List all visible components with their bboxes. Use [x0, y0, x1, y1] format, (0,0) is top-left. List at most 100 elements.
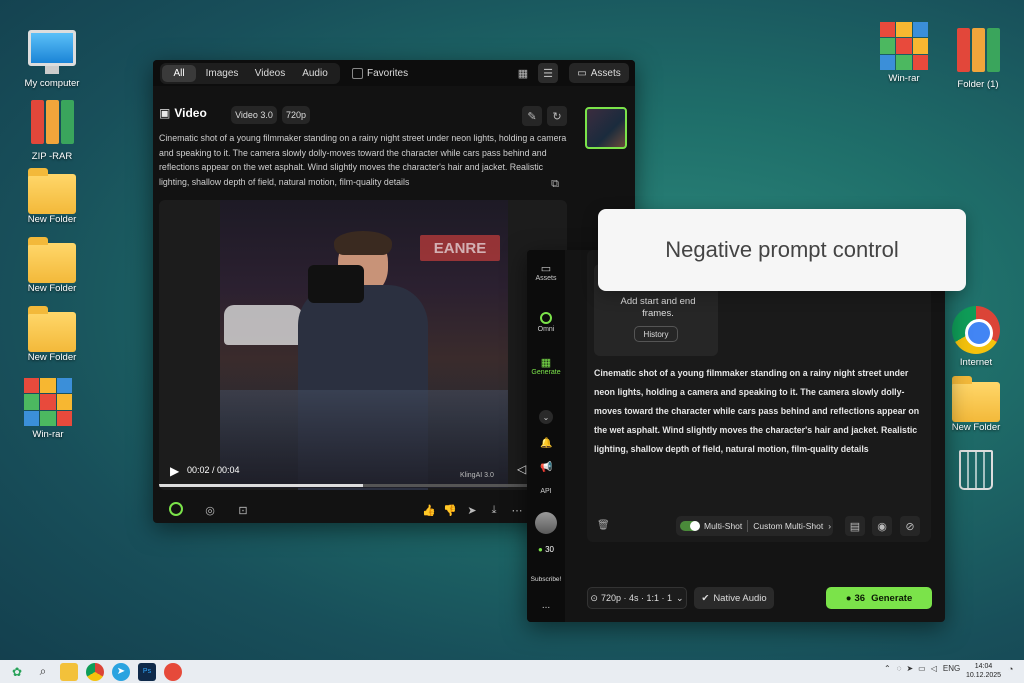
settings-dropdown[interactable]: ⊙ 720p · 4s · 1:1 · 1 ⌄: [587, 587, 687, 609]
generate-label: Generate: [871, 592, 913, 604]
tray-chevron-icon[interactable]: ⌃: [884, 664, 891, 673]
sidebar-item-label: Generate: [531, 369, 561, 376]
share-icon[interactable]: ➤: [462, 500, 482, 520]
desktop-icon-winrar[interactable]: Win-rar: [10, 378, 86, 440]
folder-icon: [28, 168, 76, 214]
battery-icon[interactable]: ▭: [918, 664, 926, 673]
photoshop-icon[interactable]: Ps: [138, 662, 156, 681]
telegram-icon[interactable]: ➤: [112, 662, 130, 681]
video-header: ▣ Video: [159, 106, 207, 120]
grid-view-icon[interactable]: ▦: [513, 63, 533, 83]
network-icon[interactable]: ◌: [897, 664, 902, 673]
edit-icon[interactable]: ✎: [522, 106, 542, 126]
volume-icon[interactable]: ◁: [517, 462, 526, 476]
start-icon[interactable]: ✿: [8, 663, 26, 681]
desktop-icon-winrar-right[interactable]: Win-rar: [866, 22, 942, 84]
native-audio-label: Native Audio: [713, 592, 767, 604]
binders-icon: [28, 100, 76, 148]
telegram-tray-icon[interactable]: ➤: [906, 664, 913, 673]
tab-audio[interactable]: Audio: [292, 65, 338, 82]
binders-icon: [954, 28, 1002, 76]
thumbs-up-icon[interactable]: 👍: [419, 500, 439, 520]
video-title: Video: [174, 106, 207, 120]
avatar[interactable]: [535, 512, 557, 534]
desktop-icon-recycle-bin[interactable]: [938, 446, 1014, 493]
desktop-icon-label: Win-rar: [888, 73, 920, 84]
tab-videos[interactable]: Videos: [248, 65, 292, 82]
more-icon[interactable]: ⋯: [507, 500, 527, 520]
language-indicator[interactable]: ENG: [943, 664, 960, 673]
thumbs-down-icon[interactable]: 👎: [440, 500, 460, 520]
extend-icon[interactable]: ⊡: [233, 500, 253, 520]
copy-icon[interactable]: ⧉: [545, 174, 565, 194]
desktop-icon-internet[interactable]: Internet: [938, 306, 1014, 368]
chevron-down-icon: ⌄: [676, 592, 684, 603]
kling-logo-icon[interactable]: [169, 502, 183, 516]
generate-button[interactable]: ● 36 Generate: [826, 587, 932, 609]
sidebar-item-api[interactable]: API: [527, 488, 565, 495]
list-view-icon[interactable]: ☰: [538, 63, 558, 83]
custom-multishot-button[interactable]: Custom Multi-Shot: [753, 521, 823, 531]
sidebar-item-assets[interactable]: ▭ Assets: [527, 262, 565, 282]
frames-hint: Add start and end frames.: [620, 296, 696, 319]
play-icon[interactable]: ▶: [170, 464, 179, 478]
multishot-toggle[interactable]: [680, 521, 700, 531]
history-button[interactable]: History: [634, 326, 678, 342]
credits-value: 30: [545, 545, 554, 554]
subscribe-link[interactable]: Subscribe!: [527, 576, 565, 583]
sidebar-item-label: Omni: [537, 326, 555, 333]
tab-images[interactable]: Images: [196, 65, 248, 82]
desktop-icon-new-folder-right[interactable]: New Folder: [938, 376, 1014, 433]
desktop-icon-label: Folder (1): [957, 79, 999, 90]
chevron-down-icon[interactable]: ⌄: [539, 410, 553, 424]
file-explorer-icon[interactable]: [60, 662, 78, 681]
clock[interactable]: 14:04 10.12.2025: [966, 662, 1001, 680]
library-toolbar: All Images Videos Audio Favorites ▦ ☰ ▭ …: [153, 60, 635, 86]
notifications-icon[interactable]: ◔: [1008, 664, 1013, 674]
negative-prompt-callout: Negative prompt control: [598, 209, 966, 291]
desktop-icon-folder-1[interactable]: Folder (1): [940, 28, 1016, 90]
lip-sync-icon[interactable]: ◎: [200, 500, 220, 520]
generate-cost: 36: [854, 592, 866, 604]
desktop-icon-new-folder-3[interactable]: New Folder: [14, 306, 90, 363]
desktop-icon-label: New Folder: [27, 283, 77, 294]
progress-fill: [159, 484, 363, 487]
regenerate-icon[interactable]: ↻: [547, 106, 567, 126]
assets-button[interactable]: ▭ Assets: [569, 63, 629, 83]
video-thumbnail[interactable]: [585, 107, 627, 149]
desktop-icon-new-folder-2[interactable]: New Folder: [14, 237, 90, 294]
folder-icon: ▭: [577, 67, 587, 79]
folder-icon: [28, 237, 76, 283]
video-player[interactable]: EANRE KlingAI 3.0 ▶ 00:02 / 00:04 ◁: [159, 200, 567, 490]
app-icon[interactable]: [164, 662, 182, 681]
tab-all[interactable]: All: [162, 64, 196, 82]
negative-prompt-icon[interactable]: ⊘: [900, 516, 920, 536]
sidebar-more-icon[interactable]: ...: [527, 600, 565, 611]
favorites-checkbox[interactable]: [352, 67, 363, 79]
resolution-badge: 720p: [282, 106, 310, 124]
clock-date: 10.12.2025: [966, 672, 1002, 679]
clock-time: 14:04: [974, 663, 993, 670]
desktop-icon-label: ZIP -RAR: [31, 151, 73, 162]
progress-track[interactable]: [159, 484, 567, 487]
folder-icon: [952, 376, 1000, 422]
native-audio-toggle[interactable]: ✔ Native Audio: [694, 587, 774, 609]
location-icon[interactable]: ◉: [872, 516, 892, 536]
volume-tray-icon[interactable]: ◁: [931, 664, 937, 673]
bell-icon[interactable]: 🔔: [540, 438, 552, 449]
sidebar-item-omni[interactable]: Omni: [527, 312, 565, 333]
omni-icon: [540, 312, 552, 324]
download-icon[interactable]: ⤓: [484, 500, 504, 520]
desktop-icon-my-computer[interactable]: My computer: [14, 30, 90, 89]
settings-label: 720p · 4s · 1:1 · 1: [600, 593, 673, 603]
megaphone-icon[interactable]: 📢: [540, 462, 552, 473]
favorites-toggle[interactable]: Favorites: [352, 67, 408, 79]
save-icon[interactable]: ▤: [845, 516, 865, 536]
desktop-icon-zip-rar[interactable]: ZIP -RAR: [14, 100, 90, 162]
trash-icon[interactable]: 🗑: [597, 520, 610, 531]
search-icon[interactable]: ⌕: [34, 663, 52, 681]
chrome-taskbar-icon[interactable]: [86, 662, 104, 681]
desktop-icon-new-folder-1[interactable]: New Folder: [14, 168, 90, 225]
generator-prompt[interactable]: Cinematic shot of a young filmmaker stan…: [594, 364, 924, 459]
sidebar-item-generate[interactable]: ▦ Generate: [527, 356, 565, 376]
